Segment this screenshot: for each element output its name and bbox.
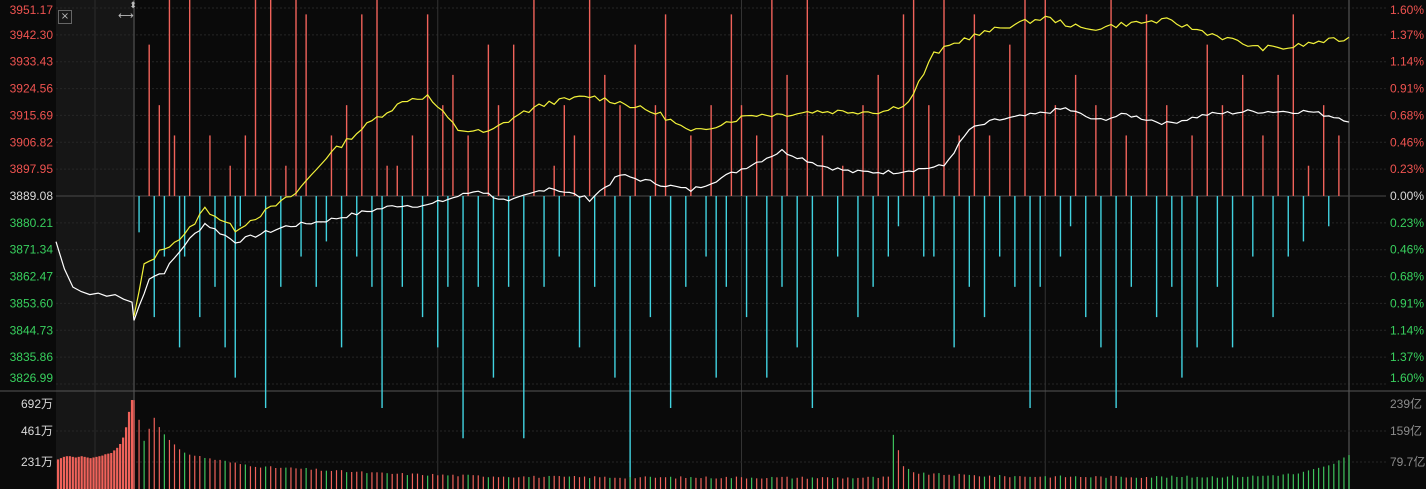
percent-tick-label: 1.60% <box>1390 371 1424 385</box>
percent-tick-label: 0.46% <box>1390 243 1424 257</box>
price-tick-label: 3889.08 <box>10 189 54 203</box>
price-tick-label: 3897.95 <box>10 162 54 176</box>
close-icon[interactable]: × <box>58 10 72 24</box>
percent-tick-label: 0.00% <box>1390 189 1424 203</box>
drag-handle-icon[interactable]: ⬍ <box>128 1 138 11</box>
percent-tick-label: 0.46% <box>1390 135 1424 149</box>
price-tick-label: 3942.30 <box>10 28 54 42</box>
volume-bars <box>56 400 1350 489</box>
percent-tick-label: 0.68% <box>1390 108 1424 122</box>
percent-tick-label: 0.91% <box>1390 82 1424 96</box>
percent-tick-label: 1.37% <box>1390 350 1424 364</box>
price-tick-label: 3844.73 <box>10 323 54 337</box>
price-tick-label: 3933.43 <box>10 55 54 69</box>
percent-tick-label: 0.23% <box>1390 216 1424 230</box>
resize-icon[interactable]: ⟷ <box>118 10 134 22</box>
price-change-bars <box>138 0 1340 489</box>
price-tick-label: 3862.47 <box>10 270 54 284</box>
percent-tick-label: 0.23% <box>1390 162 1424 176</box>
volume-tick-label: 231万 <box>21 455 53 469</box>
chart-grid <box>0 0 1426 489</box>
amount-tick-label: 79.7亿 <box>1390 454 1425 469</box>
price-tick-label: 3826.99 <box>10 371 54 385</box>
percent-tick-label: 1.14% <box>1390 323 1424 337</box>
price-tick-label: 3871.34 <box>10 243 54 257</box>
amount-tick-label: 159亿 <box>1390 423 1422 438</box>
price-tick-label: 3906.82 <box>10 135 54 149</box>
percent-tick-label: 0.91% <box>1390 296 1424 310</box>
percent-tick-label: 1.60% <box>1390 3 1424 17</box>
price-tick-label: 3924.56 <box>10 82 54 96</box>
percent-tick-label: 1.37% <box>1390 28 1424 42</box>
price-tick-label: 3853.60 <box>10 296 54 310</box>
price-tick-label: 3915.69 <box>10 108 54 122</box>
price-tick-label: 3880.21 <box>10 216 54 230</box>
intraday-chart: 3951.17 3942.30 3933.43 3924.56 3915.69 3906.… <box>0 0 1426 489</box>
volume-tick-label: 461万 <box>21 424 53 438</box>
percent-tick-label: 1.14% <box>1390 55 1424 69</box>
percent-tick-label: 0.68% <box>1390 270 1424 284</box>
volume-tick-label: 692万 <box>21 397 53 411</box>
amount-tick-label: 239亿 <box>1390 396 1422 411</box>
price-tick-label: 3951.17 <box>10 3 54 17</box>
price-tick-label: 3835.86 <box>10 350 54 364</box>
axis-labels: 3951.17 3942.30 3933.43 3924.56 3915.69 3906.… <box>10 3 1426 469</box>
